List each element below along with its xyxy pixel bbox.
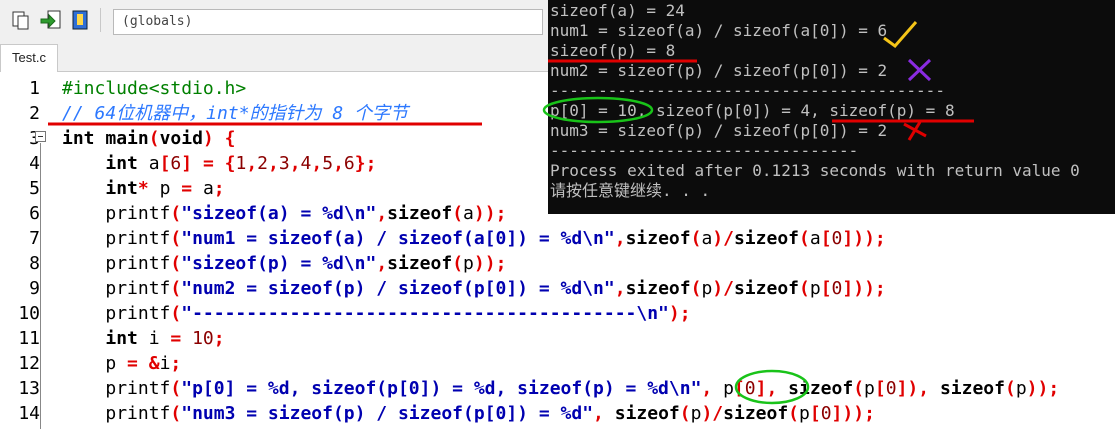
- annotation-layer: [48, 21, 974, 405]
- cross-purple-icon: [907, 58, 932, 82]
- p0-circle: [542, 96, 654, 124]
- p0-code-circle: [734, 369, 810, 405]
- check-icon: [883, 21, 918, 49]
- cross-red-icon: [903, 121, 927, 141]
